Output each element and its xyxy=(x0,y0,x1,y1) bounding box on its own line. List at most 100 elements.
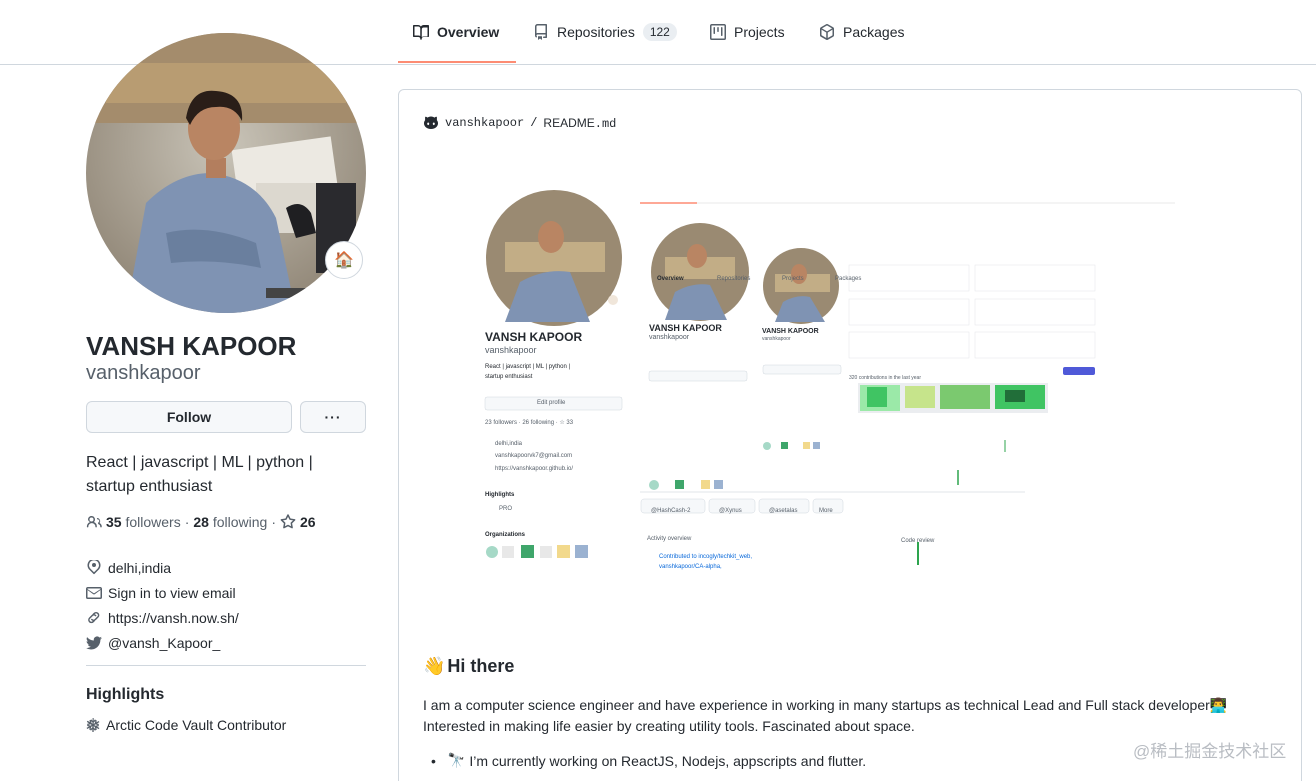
mini-big-bio-1: React | javascript | ML | python | xyxy=(485,364,571,370)
tab-label: Repositories xyxy=(557,24,635,40)
stats-separator: · xyxy=(271,514,277,530)
location-icon xyxy=(87,559,101,574)
followers-link[interactable]: 35 followers xyxy=(106,514,181,530)
stars-count: 26 xyxy=(300,514,316,530)
mini-small-name: VANSH KAPOOR xyxy=(762,328,819,335)
profile-stats: 35 followers · 28 following · 26 xyxy=(86,514,316,530)
mail-icon xyxy=(86,586,102,599)
stats-separator: · xyxy=(184,514,190,530)
mini-organizations: Organizations xyxy=(485,532,526,538)
readme-filename: README xyxy=(543,115,595,130)
technologist-icon: 👨‍💻 xyxy=(1209,697,1228,713)
mini-tab-overview: Overview xyxy=(657,276,684,282)
mini-small-user: vanshkapoor xyxy=(762,336,791,342)
mini-chip-3: @asetalas xyxy=(769,508,798,514)
tab-label: Overview xyxy=(437,24,500,40)
website-link[interactable]: https://vansh.now.sh/ xyxy=(108,610,239,626)
profile-username: vanshkapoor xyxy=(86,362,201,384)
status-emoji-button[interactable]: 🏠 xyxy=(325,241,363,279)
following-count: 28 xyxy=(193,514,209,530)
email-text[interactable]: Sign in to view email xyxy=(108,585,236,601)
mini-big-name: VANSH KAPOOR xyxy=(485,330,583,344)
mini-highlights: Highlights xyxy=(485,492,515,498)
paragraph-line-1: I am a computer science engineer and hav… xyxy=(423,697,1210,713)
mini-contrib-2: vanshkapoor/CA-alpha, xyxy=(659,564,722,570)
mini-contrib-1: Contributed to incogly/techkit_web, xyxy=(659,554,753,560)
telescope-icon: 🔭 xyxy=(447,752,466,768)
package-icon xyxy=(820,24,834,40)
twitter-icon xyxy=(86,636,102,649)
avatar[interactable] xyxy=(86,33,366,313)
readme-extension: .md xyxy=(594,116,617,131)
highlights-title: Highlights xyxy=(86,686,165,703)
tab-projects[interactable]: Projects xyxy=(710,0,785,64)
follow-button[interactable]: Follow xyxy=(86,401,292,433)
watermark-text: @稀土掘金技术社区 xyxy=(1133,742,1287,761)
tab-label: Packages xyxy=(843,24,905,40)
mini-big-site: https://vanshkapoor.github.io/ xyxy=(495,466,574,472)
highlight-arctic[interactable]: Arctic Code Vault Contributor xyxy=(86,717,286,733)
snowflake-icon xyxy=(86,718,100,732)
more-options-button[interactable]: ··· xyxy=(300,401,366,433)
readme-box: vanshkapoor / README.md Overview Reposit… xyxy=(398,89,1302,781)
location-text: delhi,india xyxy=(108,559,172,576)
tab-packages[interactable]: Packages xyxy=(819,0,904,64)
detail-website[interactable]: https://vansh.now.sh/ xyxy=(86,605,366,630)
readme-file-link[interactable]: README.md xyxy=(543,116,616,131)
path-separator: / xyxy=(530,116,538,130)
readme-owner-link[interactable]: vanshkapoor xyxy=(445,116,524,130)
mini-tab-projects: Projects xyxy=(782,276,804,282)
mini-mid-user: vanshkapoor xyxy=(649,334,690,341)
sidebar-divider xyxy=(86,665,366,666)
mini-chip-4: More xyxy=(819,508,833,514)
mini-pro: PRO xyxy=(499,506,513,512)
greeting-text: Hi there xyxy=(447,656,515,676)
mini-chip-1: @HashCash-2 xyxy=(651,508,691,514)
profile-details: delhi,india Sign in to view email https:… xyxy=(86,555,366,655)
followers-count: 35 xyxy=(106,514,122,530)
paragraph-line-2: Interested in making life easier by crea… xyxy=(423,718,915,734)
following-link[interactable]: 28 following xyxy=(193,514,267,530)
project-icon xyxy=(710,24,726,40)
mini-big-location: delhi,india xyxy=(495,441,523,447)
detail-twitter[interactable]: @vansh_Kapoor_ xyxy=(86,630,366,655)
readme-paragraph: I am a computer science engineer and hav… xyxy=(423,695,1283,737)
octocat-icon xyxy=(424,116,438,129)
mini-tab-repositories: Repositories xyxy=(717,276,751,282)
readme-screenshot-image: Overview Repositories Projects Packages … xyxy=(465,182,1175,577)
link-icon xyxy=(88,611,100,623)
house-icon: 🏠 xyxy=(334,252,354,269)
mini-contributions: 320 contributions in the last year xyxy=(849,375,921,381)
screenshot-graphic xyxy=(465,182,1175,577)
stars-link[interactable]: 26 xyxy=(280,514,316,530)
followers-label: followers xyxy=(125,514,181,530)
twitter-handle[interactable]: @vansh_Kapoor_ xyxy=(108,635,220,651)
readme-path: vanshkapoor / README.md xyxy=(423,115,616,131)
list-item: 🔭 I’m currently working on ReactJS, Node… xyxy=(423,752,866,769)
mini-tab-packages: Packages xyxy=(835,276,862,282)
star-icon xyxy=(280,514,296,529)
bullet-text: I’m currently working on ReactJS, Nodejs… xyxy=(469,752,867,769)
mini-activity: Activity overview xyxy=(647,536,692,542)
mini-mid-name: VANSH KAPOOR xyxy=(649,323,722,333)
mini-edit-profile: Edit profile xyxy=(537,400,566,406)
mini-big-followers: 23 followers · 26 following · ☆ 33 xyxy=(485,420,574,426)
tab-repositories[interactable]: Repositories 122 xyxy=(533,0,677,64)
detail-email[interactable]: Sign in to view email xyxy=(86,580,366,605)
repo-count-badge: 122 xyxy=(642,23,677,41)
active-tab-underline xyxy=(398,61,516,63)
repo-icon xyxy=(535,24,547,40)
wave-icon: 👋 xyxy=(423,656,446,676)
mini-chip-2: @Xynus xyxy=(719,508,742,514)
profile-fullname: VANSH KAPOOR xyxy=(86,331,297,361)
following-label: following xyxy=(212,514,268,530)
people-icon xyxy=(86,515,102,528)
detail-location: delhi,india xyxy=(86,555,366,580)
mini-code-review: Code review xyxy=(901,538,935,544)
profile-bio: React | javascript | ML | python | start… xyxy=(86,454,313,495)
tab-overview[interactable]: Overview xyxy=(413,0,499,64)
readme-greeting: 👋 Hi there xyxy=(423,656,514,677)
book-icon xyxy=(413,24,429,40)
highlight-label: Arctic Code Vault Contributor xyxy=(106,717,287,733)
readme-bullet-list: 🔭 I’m currently working on ReactJS, Node… xyxy=(423,752,866,769)
